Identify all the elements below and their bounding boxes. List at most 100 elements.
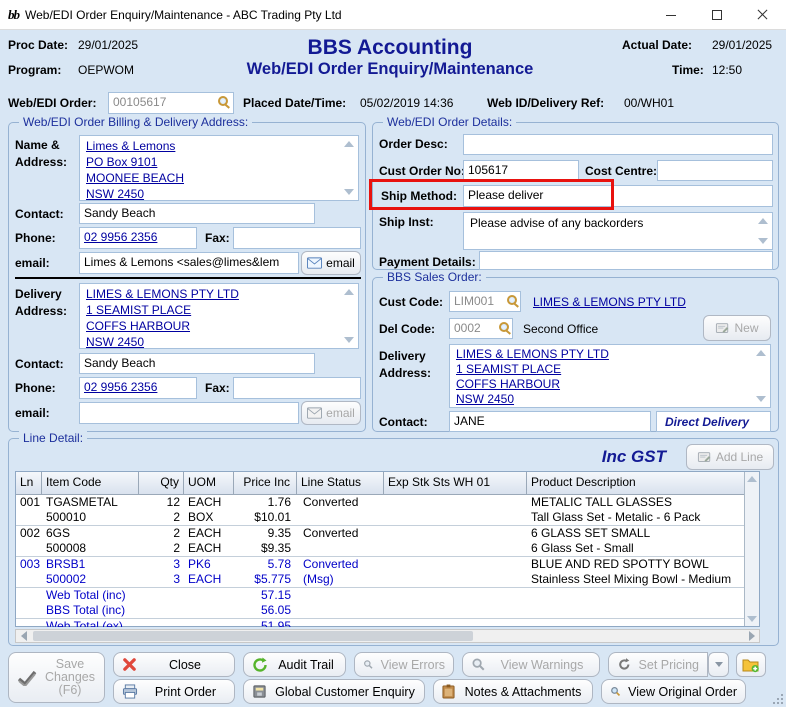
delivery-address-line[interactable]: COFFS HARBOUR [86, 319, 190, 333]
webedi-order-input[interactable]: 00105617 [108, 92, 234, 114]
ship-inst-field[interactable]: Please advise of any backorders [463, 212, 773, 250]
table-row[interactable]: 003 BRSB1 3 PK6 5.78 Converted BLUE AND … [16, 557, 759, 572]
order-search-icon[interactable] [218, 96, 228, 106]
billing-email-button[interactable]: email [301, 251, 361, 275]
scroll-down-icon[interactable] [344, 189, 354, 195]
close-window-button[interactable] [740, 0, 786, 30]
payment-details-field[interactable] [479, 251, 773, 270]
billing-address-line[interactable]: NSW 2450 [86, 187, 144, 201]
delivery-phone-field[interactable]: 02 9956 2356 [79, 377, 197, 399]
billing-fax-field[interactable] [233, 227, 361, 249]
col-ln[interactable]: Ln [16, 472, 42, 494]
table-row[interactable]: 500010 2 BOX $10.01 Tall Glass Set - Met… [16, 510, 759, 525]
save-changes-button[interactable]: Save Changes (F6) [8, 652, 105, 703]
col-product-desc[interactable]: Product Description [527, 472, 744, 494]
col-exp-stk[interactable]: Exp Stk Sts WH 01 [384, 472, 527, 494]
billing-email-value: Limes & Lemons <sales@limes&lem [84, 255, 279, 269]
table-row[interactable]: 500002 3 EACH $5.775 (Msg) Stainless Ste… [16, 572, 759, 587]
table-horizontal-scrollbar[interactable] [15, 629, 760, 643]
scroll-down-icon[interactable] [758, 238, 768, 244]
delivery-address-line[interactable]: NSW 2450 [86, 335, 144, 349]
folder-add-button[interactable] [736, 652, 766, 677]
delivery-email-button[interactable]: email [301, 401, 361, 425]
minimize-button[interactable] [648, 0, 694, 30]
cust-order-no-field[interactable]: 105617 [463, 160, 579, 181]
scroll-up-icon[interactable] [344, 141, 354, 147]
so-delivery-line[interactable]: LIMES & LEMONS PTY LTD [456, 347, 609, 361]
close-button[interactable]: Close [113, 652, 235, 677]
scrollbar-thumb[interactable] [33, 631, 473, 641]
scroll-down-icon[interactable] [344, 337, 354, 343]
col-qty[interactable]: Qty [139, 472, 184, 494]
billing-phone-link[interactable]: 02 9956 2356 [84, 230, 157, 244]
col-uom[interactable]: UOM [184, 472, 234, 494]
so-delivery-line[interactable]: COFFS HARBOUR [456, 377, 560, 391]
set-pricing-dropdown-button[interactable] [708, 652, 729, 677]
scroll-right-icon[interactable] [744, 630, 759, 642]
delivery-address-line[interactable]: 1 SEAMIST PLACE [86, 303, 191, 317]
table-vertical-scrollbar[interactable] [744, 472, 759, 626]
delivery-contact-field[interactable]: Sandy Beach [79, 353, 315, 374]
cell-status [297, 541, 384, 556]
cell-ln [16, 541, 42, 556]
billing-address-line[interactable]: MOONEE BEACH [86, 171, 184, 185]
delivery-email-field[interactable] [79, 402, 299, 424]
del-code-input[interactable]: 0002 [449, 318, 513, 339]
so-contact-field[interactable]: JANE [449, 411, 651, 432]
view-errors-button[interactable]: View Errors [354, 652, 454, 677]
new-delivery-button[interactable]: New [703, 315, 771, 341]
view-original-order-button[interactable]: View Original Order [601, 679, 746, 704]
delivery-fax-field[interactable] [233, 377, 361, 399]
table-row[interactable]: 500008 2 EACH $9.35 6 Glass Set - Small [16, 541, 759, 556]
cell-price: 9.35 [234, 526, 297, 541]
scroll-down-icon[interactable] [756, 396, 766, 402]
cost-centre-field[interactable] [657, 160, 773, 181]
scroll-left-icon[interactable] [16, 630, 31, 642]
col-line-status[interactable]: Line Status [297, 472, 384, 494]
view-warnings-button[interactable]: View Warnings [462, 652, 600, 677]
cust-name-text[interactable]: LIMES & LEMONS PTY LTD [533, 295, 686, 309]
billing-contact-field[interactable]: Sandy Beach [79, 203, 315, 224]
table-row[interactable]: 002 6GS 2 EACH 9.35 Converted 6 GLASS SE… [16, 526, 759, 541]
scroll-up-icon[interactable] [758, 218, 768, 224]
del-code-label: Del Code: [379, 322, 435, 336]
scroll-up-icon[interactable] [344, 289, 354, 295]
billing-address-list[interactable]: Limes & Lemons PO Box 9101 MOONEE BEACH … [79, 135, 359, 201]
order-desc-field[interactable] [463, 134, 773, 155]
cust-name-link[interactable]: LIMES & LEMONS PTY LTD [533, 295, 686, 309]
billing-phone-field[interactable]: 02 9956 2356 [79, 227, 197, 249]
add-line-button[interactable]: Add Line [686, 444, 774, 470]
delivery-contact-value: Sandy Beach [84, 356, 155, 370]
delivery-phone-link[interactable]: 02 9956 2356 [84, 380, 157, 394]
col-price-inc[interactable]: Price Inc [234, 472, 297, 494]
billing-email-field[interactable]: Limes & Lemons <sales@limes&lem [79, 252, 299, 274]
maximize-button[interactable] [694, 0, 740, 30]
global-customer-enquiry-button[interactable]: Global Customer Enquiry [243, 679, 425, 704]
notes-attachments-button[interactable]: Notes & Attachments [433, 679, 593, 704]
scroll-up-icon[interactable] [747, 476, 757, 482]
set-pricing-button[interactable]: Set Pricing [608, 652, 708, 677]
scroll-up-icon[interactable] [756, 350, 766, 356]
so-delivery-line[interactable]: NSW 2450 [456, 392, 514, 406]
resize-grip[interactable] [773, 694, 783, 704]
billing-delivery-address-list[interactable]: LIMES & LEMONS PTY LTD 1 SEAMIST PLACE C… [79, 283, 359, 349]
cust-code-input[interactable]: LIM001 [449, 291, 521, 312]
app-subtitle: Web/EDI Order Enquiry/Maintenance [200, 60, 580, 79]
folder-plus-icon [742, 657, 760, 673]
audit-trail-button[interactable]: Audit Trail [243, 652, 346, 677]
scroll-down-icon[interactable] [747, 616, 757, 622]
cust-code-label: Cust Code: [379, 295, 443, 309]
billing-address-line[interactable]: PO Box 9101 [86, 155, 157, 169]
so-delivery-address-list[interactable]: LIMES & LEMONS PTY LTD 1 SEAMIST PLACE C… [449, 344, 771, 408]
cust-code-search-icon[interactable] [507, 295, 517, 305]
so-delivery-line[interactable]: 1 SEAMIST PLACE [456, 362, 561, 376]
table-row[interactable]: 001 TGASMETAL 12 EACH 1.76 Converted MET… [16, 495, 759, 510]
billing-address-line[interactable]: Limes & Lemons [86, 139, 175, 153]
print-order-button[interactable]: Print Order [113, 679, 235, 704]
delivery-address-line[interactable]: LIMES & LEMONS PTY LTD [86, 287, 239, 301]
cell-item: 500008 [42, 541, 139, 556]
so-delivery-label2: Address: [379, 366, 431, 380]
col-item-code[interactable]: Item Code [42, 472, 139, 494]
del-code-search-icon[interactable] [499, 322, 509, 332]
magnifier-icon [363, 657, 374, 672]
